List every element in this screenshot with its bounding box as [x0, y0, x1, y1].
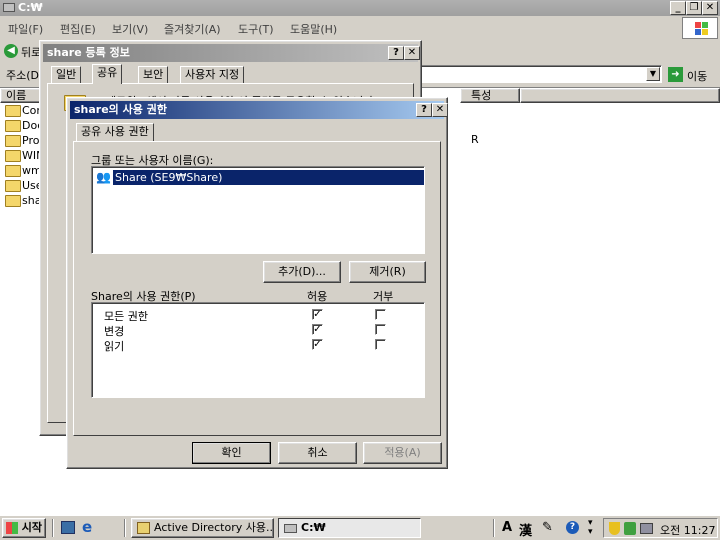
folder-icon: [5, 150, 21, 162]
taskbar-divider: [124, 519, 126, 537]
restore-button[interactable]: ❐: [686, 1, 702, 15]
permissions-titlebar: share의 사용 권한 ? ✕: [70, 101, 448, 119]
deny-checkbox[interactable]: [375, 324, 386, 335]
menu-help[interactable]: 도움말(H): [290, 21, 337, 37]
folder-icon: [5, 165, 21, 177]
taskbar: 시작 e Active Directory 사용... C:₩ A 漢 ✎ ? …: [0, 515, 720, 540]
ime-options-icon[interactable]: ▾ ▾: [588, 519, 593, 537]
address-input[interactable]: ▼: [420, 65, 662, 83]
menu-tools[interactable]: 도구(T): [238, 21, 274, 37]
tab-sharing[interactable]: 공유: [92, 64, 123, 84]
go-arrow-icon[interactable]: ➜: [668, 67, 683, 82]
remove-button[interactable]: 제거(R): [349, 261, 426, 283]
drive-icon: [284, 524, 297, 533]
menu-view[interactable]: 보기(V): [112, 21, 148, 37]
permission-row: 읽기 ✓: [92, 337, 422, 353]
network-icon[interactable]: [624, 522, 636, 535]
back-arrow-icon[interactable]: ◀: [4, 44, 18, 58]
folder-icon: [5, 195, 21, 207]
desktop-icon[interactable]: [61, 521, 75, 534]
users-icon: 👥: [96, 170, 111, 184]
ime-lang[interactable]: A: [502, 520, 512, 535]
column-header-attr[interactable]: 특성: [460, 88, 520, 103]
close-button[interactable]: ✕: [702, 1, 718, 15]
permission-row: 모든 권한 ✓: [92, 307, 422, 323]
cancel-button[interactable]: 취소: [278, 442, 357, 464]
menu-file[interactable]: 파일(F): [8, 21, 43, 37]
go-button[interactable]: 이동: [687, 68, 707, 84]
folder-icon: [5, 180, 21, 192]
attr-value: R: [471, 133, 479, 146]
menu-bar: 파일(F) 편집(E) 보기(V) 즐겨찾기(A) 도구(T) 도움말(H): [0, 18, 680, 38]
ie-icon[interactable]: e: [82, 519, 97, 535]
address-label: 주소(D): [6, 69, 44, 82]
help-button[interactable]: ?: [388, 46, 404, 60]
help-button[interactable]: ?: [416, 103, 432, 117]
windows-flag-icon: [6, 522, 18, 534]
allow-checkbox[interactable]: ✓: [312, 339, 323, 350]
allow-checkbox[interactable]: ✓: [312, 309, 323, 320]
explorer-title: C:₩: [18, 1, 43, 14]
taskbar-task-explorer[interactable]: C:₩: [278, 518, 421, 538]
permissions-list: 모든 권한 ✓ 변경 ✓ 읽기 ✓: [91, 302, 425, 398]
properties-titlebar: share 등록 정보 ? ✕: [43, 44, 420, 62]
permission-row: 변경 ✓: [92, 322, 422, 338]
folder-icon: [5, 135, 21, 147]
deny-checkbox[interactable]: [375, 339, 386, 350]
close-button[interactable]: ✕: [432, 103, 448, 117]
shield-icon[interactable]: [609, 522, 620, 535]
tab-general[interactable]: 일반: [51, 66, 82, 84]
monitor-icon[interactable]: [640, 523, 653, 534]
explorer-titlebar: C:₩ _ ❐ ✕: [0, 0, 720, 16]
properties-title: share 등록 정보: [47, 46, 130, 59]
folder-icon: [5, 105, 21, 117]
folder-icon: [5, 120, 21, 132]
quicklaunch-divider: [52, 519, 54, 537]
apply-button[interactable]: 적용(A): [363, 442, 442, 464]
user-list[interactable]: 👥 Share (SE9₩Share): [91, 166, 425, 254]
list-item[interactable]: 👥 Share (SE9₩Share): [96, 170, 424, 185]
column-header-filler: [520, 88, 720, 103]
tab-security[interactable]: 보안: [138, 66, 169, 84]
taskbar-task-ad[interactable]: Active Directory 사용...: [131, 518, 274, 538]
ime-hanja[interactable]: 漢: [519, 520, 532, 539]
tab-share-permissions[interactable]: 공유 사용 권한: [76, 123, 154, 142]
start-button[interactable]: 시작: [2, 518, 46, 538]
help-icon[interactable]: ?: [566, 521, 579, 534]
ime-toolbar-icon[interactable]: ✎: [542, 520, 553, 535]
permissions-dialog: share의 사용 권한 ? ✕ 공유 사용 권한 그룹 또는 사용자 이름(G…: [66, 97, 448, 469]
ad-icon: [137, 522, 150, 534]
permissions-title: share의 사용 권한: [74, 103, 167, 116]
minimize-button[interactable]: _: [670, 1, 686, 15]
close-button[interactable]: ✕: [404, 46, 420, 60]
ime-divider: [493, 519, 495, 537]
windows-logo-icon: [682, 17, 718, 39]
menu-favorites[interactable]: 즐겨찾기(A): [164, 21, 221, 37]
clock[interactable]: 오전 11:27: [660, 522, 715, 538]
tab-customize[interactable]: 사용자 지정: [180, 66, 245, 84]
drive-icon: [3, 3, 15, 12]
deny-checkbox[interactable]: [375, 309, 386, 320]
system-tray: 오전 11:27: [603, 518, 718, 538]
add-button[interactable]: 추가(D)...: [263, 261, 341, 283]
allow-checkbox[interactable]: ✓: [312, 324, 323, 335]
column-header-name[interactable]: 이름: [0, 88, 42, 103]
chevron-down-icon[interactable]: ▼: [646, 67, 660, 81]
ok-button[interactable]: 확인: [192, 442, 271, 464]
menu-edit[interactable]: 편집(E): [60, 21, 96, 37]
